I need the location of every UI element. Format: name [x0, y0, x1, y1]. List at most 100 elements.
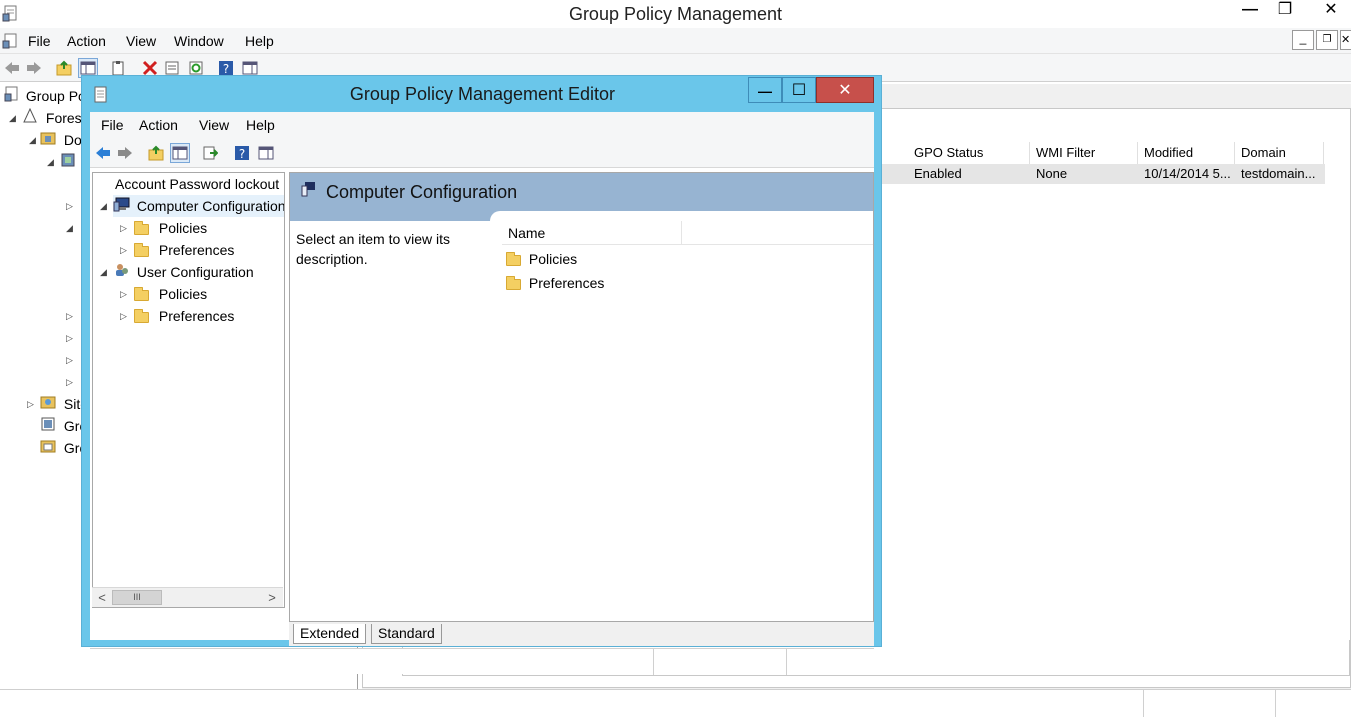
tree-item-user-policies[interactable]: Policies — [134, 283, 207, 305]
tree-horizontal-scrollbar[interactable]: < III > — [92, 587, 283, 607]
scroll-right-button[interactable]: > — [263, 588, 281, 607]
minimize-button[interactable]: — — [1233, 0, 1267, 22]
close-button[interactable]: ✕ — [1314, 0, 1348, 22]
editor-menu-file[interactable]: File — [101, 112, 124, 138]
child-restore-button[interactable]: ❐ — [1316, 30, 1338, 50]
menu-file[interactable]: File — [28, 28, 51, 54]
collapsed-arrow-icon[interactable]: ▷ — [66, 371, 73, 393]
collapsed-arrow-icon[interactable]: ▷ — [120, 305, 127, 327]
menu-action[interactable]: Action — [67, 28, 106, 54]
editor-menu-help[interactable]: Help — [246, 112, 275, 138]
folder-icon — [134, 220, 149, 235]
tree-item-user-preferences[interactable]: Preferences — [134, 305, 234, 327]
collapsed-arrow-icon[interactable]: ▷ — [120, 283, 127, 305]
action-pane-icon[interactable] — [256, 143, 276, 163]
tree-item-gpm-root[interactable]: Group Po — [4, 85, 86, 107]
folder-icon — [506, 275, 521, 290]
column-name[interactable]: Name — [502, 221, 682, 245]
expand-arrow-icon[interactable]: ◢ — [29, 129, 36, 151]
tree-item-computer-policies[interactable]: Policies — [134, 217, 207, 239]
forward-icon[interactable] — [24, 58, 44, 78]
editor-toolbar: ? — [90, 138, 874, 168]
forest-icon — [22, 108, 38, 130]
collapsed-arrow-icon[interactable]: ▷ — [66, 305, 73, 327]
tree-item-computer-preferences[interactable]: Preferences — [134, 239, 234, 261]
editor-menu-bar: File Action View Help — [90, 112, 874, 138]
tree-item-domains[interactable]: Do — [40, 129, 82, 151]
tree-item-user-configuration[interactable]: User Configuration — [113, 261, 254, 283]
sites-icon — [40, 394, 56, 416]
child-close-button[interactable]: ✕ — [1340, 30, 1351, 50]
editor-minimize-button[interactable]: — — [748, 77, 782, 103]
tree-item-label: Computer Configuration — [136, 198, 285, 214]
tree-item-computer-configuration[interactable]: Computer Configuration — [113, 195, 285, 218]
tree-item-domain[interactable] — [60, 151, 76, 173]
tree-item-gpo-root[interactable]: Account Password lockout — [115, 173, 279, 195]
list-item[interactable]: Preferences — [506, 271, 604, 295]
scroll-left-button[interactable]: < — [93, 588, 111, 607]
tab-standard[interactable]: Standard — [371, 624, 442, 644]
maximize-button[interactable]: ❐ — [1268, 0, 1302, 22]
tree-item-forest[interactable]: Forest — [22, 107, 86, 129]
collapsed-arrow-icon[interactable]: ▷ — [66, 349, 73, 371]
up-folder-icon[interactable] — [146, 143, 166, 163]
menu-window[interactable]: Window — [174, 28, 224, 54]
editor-menu-action[interactable]: Action — [139, 112, 178, 138]
list-item-label: Preferences — [528, 275, 605, 291]
collapsed-arrow-icon[interactable]: ▷ — [66, 195, 73, 217]
expand-arrow-icon[interactable]: ◢ — [100, 195, 107, 217]
folder-icon — [134, 308, 149, 323]
list-item[interactable]: Policies — [506, 247, 577, 271]
editor-close-button[interactable]: ✕ — [816, 77, 874, 103]
up-folder-icon[interactable] — [54, 58, 74, 78]
editor-maximize-button[interactable]: ☐ — [782, 77, 816, 103]
editor-content-pane: Computer Configuration Select an item to… — [289, 172, 874, 622]
tree-item-label: Forest — [45, 110, 86, 126]
list-header: Name — [502, 221, 873, 245]
column-gpo-status[interactable]: GPO Status — [908, 142, 1030, 164]
column-modified[interactable]: Modified — [1138, 142, 1235, 164]
window-title: Group Policy Management — [568, 4, 783, 24]
show-hide-tree-icon[interactable] — [170, 143, 190, 163]
scroll-thumb[interactable]: III — [112, 590, 162, 605]
collapsed-arrow-icon[interactable]: ▷ — [120, 217, 127, 239]
gpm-editor-window: Group Policy Management Editor — ☐ ✕ Fil… — [81, 75, 882, 675]
mdi-icon[interactable] — [2, 32, 20, 50]
results-icon — [40, 438, 56, 460]
child-minimize-button[interactable]: _ — [1292, 30, 1314, 50]
collapsed-arrow-icon[interactable]: ▷ — [66, 327, 73, 349]
expand-arrow-icon[interactable]: ◢ — [47, 151, 54, 173]
tree-item-label: Policies — [158, 286, 208, 302]
help-icon[interactable]: ? — [232, 143, 252, 163]
column-wmi-filter[interactable]: WMI Filter — [1030, 142, 1138, 164]
tab-extended[interactable]: Extended — [293, 624, 367, 644]
folder-icon — [134, 286, 149, 301]
export-list-icon[interactable] — [200, 143, 220, 163]
status-divider — [786, 649, 787, 675]
back-icon[interactable] — [2, 58, 22, 78]
collapsed-arrow-icon[interactable]: ▷ — [120, 239, 127, 261]
table-row[interactable]: Enabled None 10/14/2014 5... testdomain.… — [880, 164, 1325, 184]
tree-item-label: Do — [63, 132, 82, 148]
menu-help[interactable]: Help — [245, 28, 274, 54]
domains-icon — [40, 130, 56, 152]
expand-arrow-icon[interactable]: ◢ — [9, 107, 16, 129]
expand-arrow-icon[interactable]: ◢ — [66, 217, 73, 239]
modeling-icon — [40, 416, 56, 438]
collapsed-arrow-icon[interactable]: ▷ — [27, 393, 34, 415]
forward-icon[interactable] — [115, 143, 135, 163]
expand-arrow-icon[interactable]: ◢ — [100, 261, 107, 283]
menu-view[interactable]: View — [126, 28, 156, 54]
user-icon — [113, 262, 131, 284]
cell-domain: testdomain... — [1241, 166, 1316, 181]
tree-item-label: Policies — [158, 220, 208, 236]
editor-status-bar — [90, 648, 874, 675]
main-status-bar — [0, 689, 1351, 717]
status-divider — [1143, 690, 1144, 717]
domain-icon — [60, 152, 76, 174]
computer-icon — [113, 196, 131, 218]
editor-menu-view[interactable]: View — [199, 112, 229, 138]
back-icon[interactable] — [93, 143, 113, 163]
cell-wmi-filter: None — [1036, 166, 1068, 181]
column-domain[interactable]: Domain — [1235, 142, 1324, 164]
